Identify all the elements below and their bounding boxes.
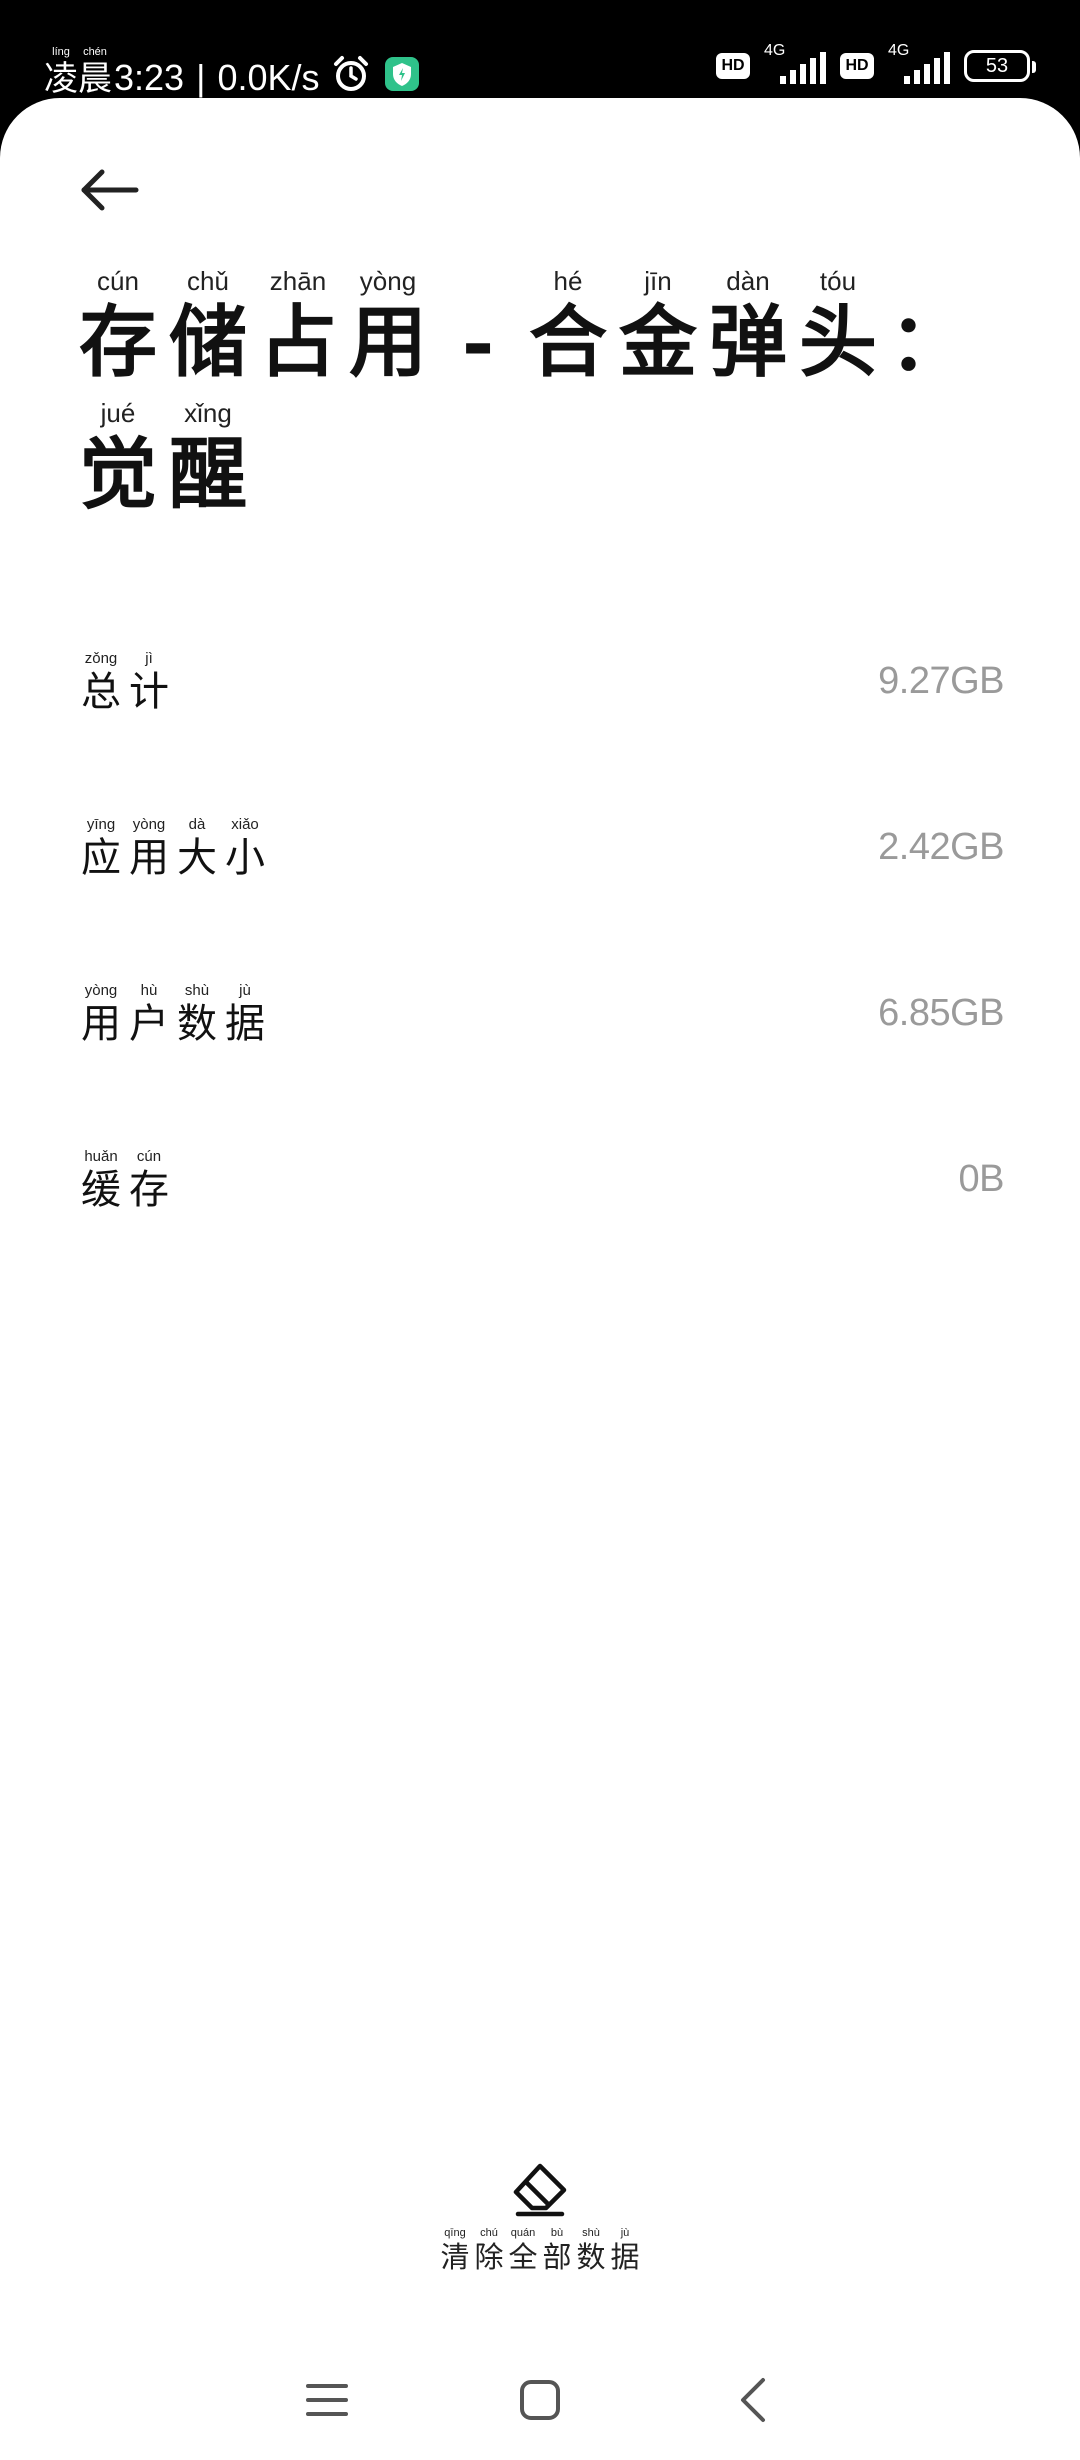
- signal-bars-icon: [904, 52, 950, 84]
- status-net-speed: 0.0K/s: [217, 57, 320, 98]
- storage-row-app-size: yīng 应 yòng 用 dà 大 xiǎo 小 2.42GB: [78, 764, 1004, 930]
- nav-back-button[interactable]: [713, 2360, 793, 2440]
- row-label: yòng 用 hù 户 shù 数 jù 据: [81, 981, 265, 1047]
- eraser-icon: [513, 2163, 567, 2217]
- storage-detail-sheet: cún 存 chǔ 储 zhān 占 yòng 用 - hé 合 jīn 金 dàn 弹 tó…: [0, 98, 1080, 2460]
- storage-row-cache: huǎn 缓 cún 存 0B: [78, 1096, 1005, 1262]
- system-nav-bar: [0, 2340, 1080, 2460]
- status-separator: |: [196, 57, 206, 98]
- back-icon: [741, 2378, 766, 2422]
- battery-icon: 53: [964, 50, 1036, 82]
- storage-row-user-data: yòng 用 hù 户 shù 数 jù 据 6.85GB: [78, 930, 1004, 1096]
- clear-all-data-label: qīng 清 chú 除 quán 全 bù 部 shù 数 jù 据: [440, 2227, 640, 2274]
- nav-home-button[interactable]: [500, 2360, 580, 2440]
- row-label: zǒng 总 jì 计: [81, 649, 169, 715]
- status-bar: líng 凌 chén 晨 3:23 | 0.0K/s HD 4G HD 4G …: [0, 0, 1080, 100]
- home-icon: [519, 2380, 560, 2420]
- menu-icon: [305, 2384, 348, 2416]
- clear-all-data-button[interactable]: qīng 清 chú 除 quán 全 bù 部 shù 数 jù 据: [0, 2162, 1080, 2272]
- row-value: 2.42GB: [878, 825, 1004, 868]
- security-shield-icon: [384, 56, 420, 96]
- row-label: yīng 应 yòng 用 dà 大 xiǎo 小: [81, 815, 265, 881]
- storage-row-total: zǒng 总 jì 计 9.27GB: [78, 598, 1004, 764]
- signal-sim1: 4G: [764, 42, 826, 86]
- status-bar-right: HD 4G HD 4G 53: [716, 42, 1036, 86]
- back-button[interactable]: [70, 150, 150, 230]
- page-title: cún 存 chǔ 储 zhān 占 yòng 用 - hé 合 jīn 金 dàn 弹 tó…: [78, 266, 967, 520]
- hd-badge: HD: [716, 53, 750, 79]
- signal-sim2: 4G: [888, 42, 950, 86]
- storage-usage-list: zǒng 总 jì 计 9.27GB yīng 应 yòng 用 dà 大 xiǎo 小 2…: [78, 598, 1005, 1262]
- status-time: 3:23: [114, 57, 185, 98]
- nav-recents-button[interactable]: [287, 2360, 367, 2440]
- hd-badge: HD: [840, 53, 874, 79]
- row-value: 6.85GB: [878, 991, 1004, 1034]
- alarm-icon: [332, 55, 370, 97]
- row-label: huǎn 缓 cún 存: [81, 1147, 169, 1213]
- signal-bars-icon: [780, 52, 826, 84]
- row-value: 0B: [958, 1157, 1005, 1200]
- status-time-prefix: líng 凌 chén 晨: [44, 46, 112, 99]
- status-bar-left: líng 凌 chén 晨 3:23 | 0.0K/s: [44, 38, 420, 96]
- battery-level: 53: [985, 54, 1009, 77]
- arrow-left-icon: [81, 169, 139, 211]
- row-value: 9.27GB: [878, 659, 1004, 702]
